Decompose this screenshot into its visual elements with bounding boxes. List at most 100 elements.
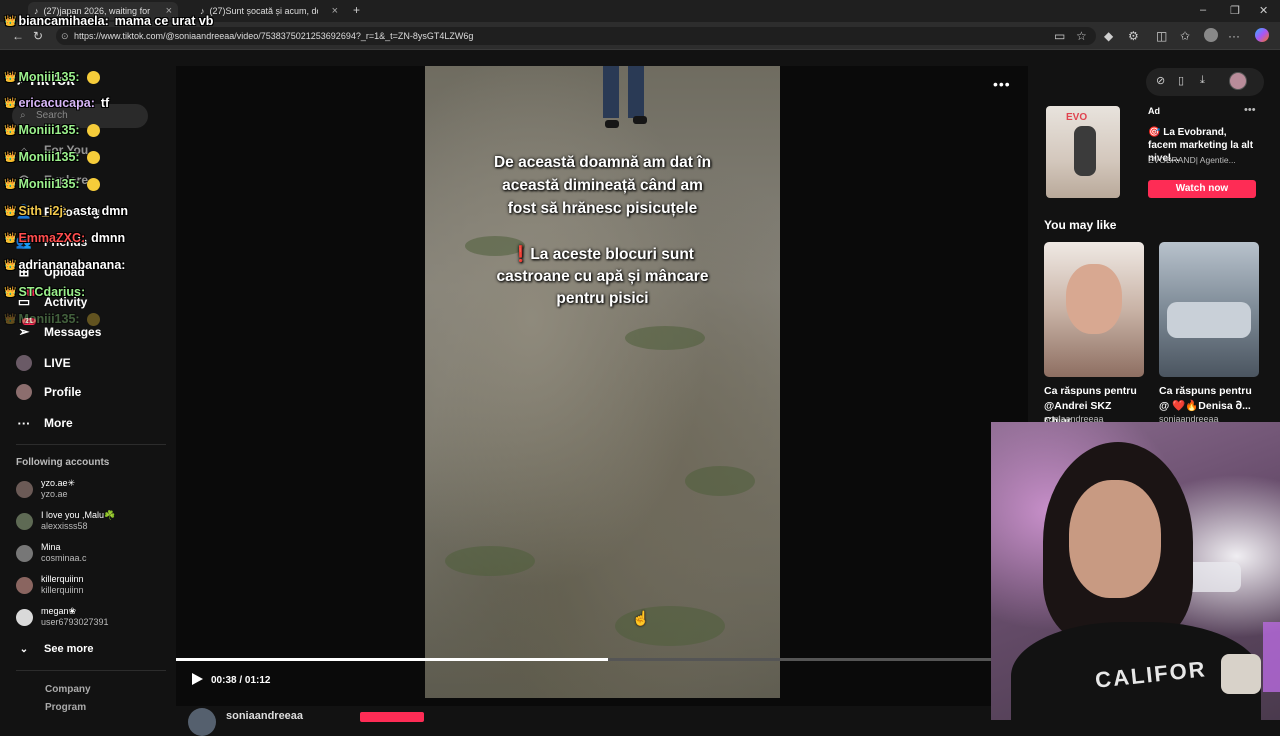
- favorites-icon[interactable]: ✩: [1180, 30, 1190, 42]
- recommendation-thumbnail[interactable]: [1159, 242, 1259, 377]
- chat-badge-icon: 👑: [4, 205, 17, 217]
- chat-message: 👑 STCdarius:: [4, 285, 85, 299]
- account-avatar: [16, 512, 33, 530]
- live-icon: [16, 355, 32, 371]
- person-leg: [603, 66, 619, 118]
- reader-view-icon[interactable]: ▭: [1054, 30, 1065, 42]
- split-screen-icon[interactable]: ◫: [1156, 30, 1167, 42]
- extension-icon[interactable]: ⚙: [1128, 30, 1139, 42]
- reload-icon[interactable]: ↻: [33, 30, 43, 42]
- site-info-icon[interactable]: ⊙: [61, 27, 69, 45]
- url-field[interactable]: ⊙ https://www.tiktok.com/@soniaandreeaa/…: [56, 27, 1096, 45]
- chat-message: 👑 Moniii135:: [4, 177, 100, 191]
- video-notice-line: pentru pisici: [556, 290, 649, 307]
- nav-label: Messages: [44, 325, 102, 339]
- account-avatar: [16, 576, 33, 594]
- chat-username: adriananabanana:: [18, 258, 126, 272]
- account-handle: yzo.ae: [41, 489, 68, 499]
- account-name: megan❀: [41, 606, 77, 616]
- video-notice-line: castroane cu apă și mâncare: [496, 268, 709, 285]
- device-icon[interactable]: ▯: [1178, 74, 1184, 87]
- footer-link-company[interactable]: Company: [45, 684, 91, 695]
- chat-username: Moniii135:: [18, 123, 80, 137]
- extension-diamond-icon[interactable]: ◆: [1104, 30, 1113, 42]
- account-name: yzo.ae✳: [41, 478, 76, 488]
- see-more-button[interactable]: ⌄ See more: [16, 641, 94, 657]
- close-window-icon[interactable]: ✕: [1259, 4, 1268, 17]
- play-icon[interactable]: [190, 672, 204, 686]
- restore-icon[interactable]: ❐: [1230, 4, 1240, 17]
- nav-live[interactable]: LIVE: [16, 355, 71, 371]
- video-progress-fill: [176, 658, 608, 661]
- following-account[interactable]: megan❀ user6793027391: [16, 606, 109, 628]
- footer-link-program[interactable]: Program: [45, 702, 86, 713]
- minimize-icon[interactable]: –: [1200, 4, 1206, 16]
- following-account[interactable]: I love you ,Malu☘️ alexxisss58: [16, 510, 115, 532]
- grass-patch: [625, 326, 705, 350]
- nav-more[interactable]: ··· More: [16, 415, 73, 431]
- download-icon[interactable]: ⤓: [1200, 74, 1205, 87]
- chat-username: Moniii135:: [18, 177, 80, 191]
- chat-username: Sith_i2j:: [18, 204, 68, 218]
- chat-badge-icon: 👑: [4, 178, 17, 190]
- coins-icon[interactable]: ⊘: [1156, 74, 1165, 87]
- following-account[interactable]: yzo.ae✳ yzo.ae: [16, 478, 75, 500]
- account-avatar: [16, 608, 33, 626]
- chat-message: 👑 ericacucapa: tf: [4, 96, 109, 110]
- chat-badge-icon: 👑: [4, 151, 17, 163]
- copilot-icon[interactable]: [1255, 28, 1269, 42]
- browser-menu-icon[interactable]: ···: [1228, 30, 1240, 42]
- sidebar-divider: [16, 444, 166, 445]
- video-notice-line: ❗La aceste blocuri sunt: [511, 246, 694, 263]
- browser-tab-2[interactable]: ♪ (27)Sunt șocată și acum, doamna ×: [194, 2, 344, 20]
- chat-badge-icon: 👑: [4, 259, 17, 271]
- following-account[interactable]: Mina cosminaa.c: [16, 542, 87, 564]
- ad-more-icon[interactable]: •••: [1244, 104, 1256, 116]
- tab-title: (27)Sunt șocată și acum, doamna: [209, 6, 318, 16]
- account-handle: user6793027391: [41, 617, 109, 627]
- mouse-cursor-icon: ☝: [632, 610, 650, 626]
- person-shoe: [633, 116, 647, 124]
- account-avatar: [16, 480, 33, 498]
- video-caption-line: fost să hrănesc pisicuțele: [507, 200, 698, 217]
- browser-profile-avatar[interactable]: [1204, 28, 1218, 42]
- user-avatar[interactable]: [1229, 72, 1247, 90]
- nav-messages[interactable]: ➢ 21 Messages: [16, 318, 102, 340]
- close-tab-icon[interactable]: ×: [332, 5, 338, 17]
- new-tab-icon[interactable]: +: [353, 4, 360, 16]
- ad-label: Ad: [1148, 106, 1160, 116]
- account-name: Mina: [41, 542, 61, 552]
- ad-thumbnail[interactable]: EVO: [1046, 106, 1120, 198]
- follow-button[interactable]: [360, 712, 424, 722]
- ellipsis-icon: ···: [17, 415, 31, 431]
- nav-profile[interactable]: Profile: [16, 384, 81, 400]
- chat-badge-icon: 👑: [4, 313, 17, 325]
- recommendation-thumbnail[interactable]: [1044, 242, 1144, 377]
- url-text: https://www.tiktok.com/@soniaandreeaa/vi…: [74, 31, 474, 41]
- grass-patch: [445, 546, 535, 576]
- author-name[interactable]: soniaandreeaa: [226, 710, 303, 722]
- back-icon[interactable]: ←: [12, 30, 24, 42]
- recommendation-title[interactable]: Ca răspuns pentru @ ❤️🔥Denisa 𐐀...: [1159, 384, 1263, 414]
- video-progress-bar[interactable]: [176, 658, 991, 661]
- chat-message: 👑 Sith_i2j: asta dmn: [4, 204, 128, 218]
- grass-patch: [685, 466, 755, 496]
- chat-text: asta dmn: [73, 204, 128, 218]
- ad-person-figure: [1074, 126, 1096, 176]
- account-avatar: [16, 544, 33, 562]
- chat-username: Moniii135:: [18, 70, 80, 84]
- chat-message: 👑 adriananabanana:: [4, 258, 125, 272]
- author-avatar[interactable]: [188, 708, 216, 736]
- chat-badge-icon: 👑: [4, 97, 17, 109]
- chat-badge-icon: 👑: [4, 15, 17, 27]
- account-handle: killerquiinn: [41, 585, 84, 595]
- video-frame[interactable]: De această doamnă am dat în această dimi…: [425, 66, 780, 698]
- thumb-car: [1167, 302, 1251, 338]
- following-accounts-title: Following accounts: [16, 457, 110, 468]
- watch-now-button[interactable]: Watch now: [1148, 180, 1256, 198]
- more-options-icon[interactable]: •••: [993, 76, 1011, 92]
- favorite-star-icon[interactable]: ☆: [1076, 30, 1087, 42]
- ad-brand[interactable]: EVOBRAND| Agentie...: [1148, 155, 1236, 165]
- following-account[interactable]: killerquiinn killerquiinn: [16, 574, 84, 596]
- chat-message: 👑 Moniii135:: [4, 70, 100, 84]
